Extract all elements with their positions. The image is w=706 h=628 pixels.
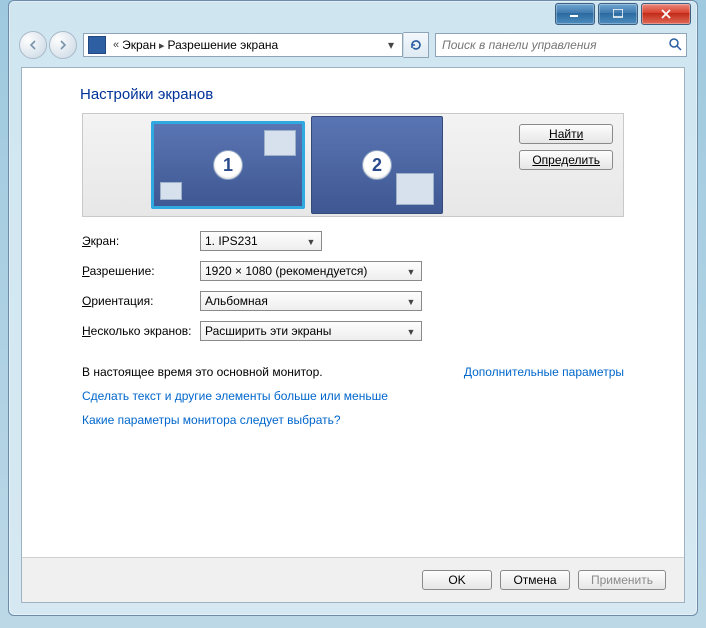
apply-button: Применить xyxy=(578,570,666,590)
preview-buttons: Найти Определить xyxy=(519,124,613,170)
which-settings-link[interactable]: Какие параметры монитора следует выбрать… xyxy=(82,413,624,427)
label-screen: Экран: xyxy=(82,234,200,248)
multi-value: Расширить эти экраны xyxy=(205,324,331,338)
maximize-button[interactable] xyxy=(598,3,638,25)
chevron-down-icon[interactable]: ▾ xyxy=(384,38,398,52)
nav-back-forward xyxy=(19,31,77,59)
monitor-preview[interactable]: 1 2 Найти Определить xyxy=(82,113,624,217)
minimize-button[interactable] xyxy=(555,3,595,25)
breadcrumb-item[interactable]: Экран xyxy=(122,38,156,52)
identify-button[interactable]: Определить xyxy=(519,150,613,170)
breadcrumb-item[interactable]: Разрешение экрана xyxy=(168,38,279,52)
monitor-2[interactable]: 2 xyxy=(311,116,443,214)
chevron-down-icon: ▼ xyxy=(304,235,318,249)
orientation-select[interactable]: Альбомная ▼ xyxy=(200,291,422,311)
orientation-value: Альбомная xyxy=(205,294,268,308)
cancel-button[interactable]: Отмена xyxy=(500,570,570,590)
window: « Экран ▸ Разрешение экрана ▾ Настройки … xyxy=(8,0,698,616)
advanced-settings-link[interactable]: Дополнительные параметры xyxy=(464,365,624,379)
row-screen: Экран: 1. IPS231 ▼ xyxy=(82,231,624,251)
chevron-icon: ▸ xyxy=(159,39,165,52)
titlebar xyxy=(9,1,697,27)
content-panel: Настройки экранов 1 2 Найти Определить Э… xyxy=(21,67,685,603)
page-title: Настройки экранов xyxy=(80,86,684,103)
navbar: « Экран ▸ Разрешение экрана ▾ xyxy=(19,31,687,59)
chevron-icon: « xyxy=(113,39,119,51)
chevron-down-icon: ▼ xyxy=(404,295,418,309)
row-multi: Несколько экранов: Расширить эти экраны ▼ xyxy=(82,321,624,341)
window-thumb-icon xyxy=(396,173,434,205)
primary-monitor-status: В настоящее время это основной монитор. xyxy=(82,365,323,379)
find-button[interactable]: Найти xyxy=(519,124,613,144)
screen-select[interactable]: 1. IPS231 ▼ xyxy=(200,231,322,251)
resolution-value: 1920 × 1080 (рекомендуется) xyxy=(205,264,367,278)
monitor-number: 2 xyxy=(362,150,392,180)
search-input[interactable] xyxy=(440,37,668,53)
ok-button[interactable]: OK xyxy=(422,570,492,590)
multi-select[interactable]: Расширить эти экраны ▼ xyxy=(200,321,422,341)
window-controls xyxy=(552,3,691,25)
screen-value: 1. IPS231 xyxy=(205,234,258,248)
monitor-1[interactable]: 1 xyxy=(151,121,305,209)
resolution-select[interactable]: 1920 × 1080 (рекомендуется) ▼ xyxy=(200,261,422,281)
dialog-buttons: OK Отмена Применить xyxy=(22,557,684,602)
monitor-number: 1 xyxy=(213,150,243,180)
chevron-down-icon: ▼ xyxy=(404,325,418,339)
row-resolution: Разрешение: 1920 × 1080 (рекомендуется) ▼ xyxy=(82,261,624,281)
search-box[interactable] xyxy=(435,33,687,57)
close-button[interactable] xyxy=(641,3,691,25)
back-button[interactable] xyxy=(19,31,47,59)
label-multi: Несколько экранов: xyxy=(82,324,200,338)
status-row: В настоящее время это основной монитор. … xyxy=(82,365,624,379)
search-icon[interactable] xyxy=(668,37,682,54)
refresh-button[interactable] xyxy=(403,32,429,58)
row-orientation: Ориентация: Альбомная ▼ xyxy=(82,291,624,311)
chevron-down-icon: ▼ xyxy=(404,265,418,279)
control-panel-icon xyxy=(88,36,106,54)
window-thumb-icon xyxy=(264,130,296,156)
forward-button[interactable] xyxy=(49,31,77,59)
settings-form: Экран: 1. IPS231 ▼ Разрешение: 1920 × 108… xyxy=(82,231,624,351)
text-size-link[interactable]: Сделать текст и другие элементы больше и… xyxy=(82,389,624,403)
label-orientation: Ориентация: xyxy=(82,294,200,308)
help-links: Сделать текст и другие элементы больше и… xyxy=(82,389,624,437)
window-thumb-icon xyxy=(160,182,182,200)
label-resolution: Разрешение: xyxy=(82,264,200,278)
breadcrumb[interactable]: « Экран ▸ Разрешение экрана ▾ xyxy=(83,33,403,57)
